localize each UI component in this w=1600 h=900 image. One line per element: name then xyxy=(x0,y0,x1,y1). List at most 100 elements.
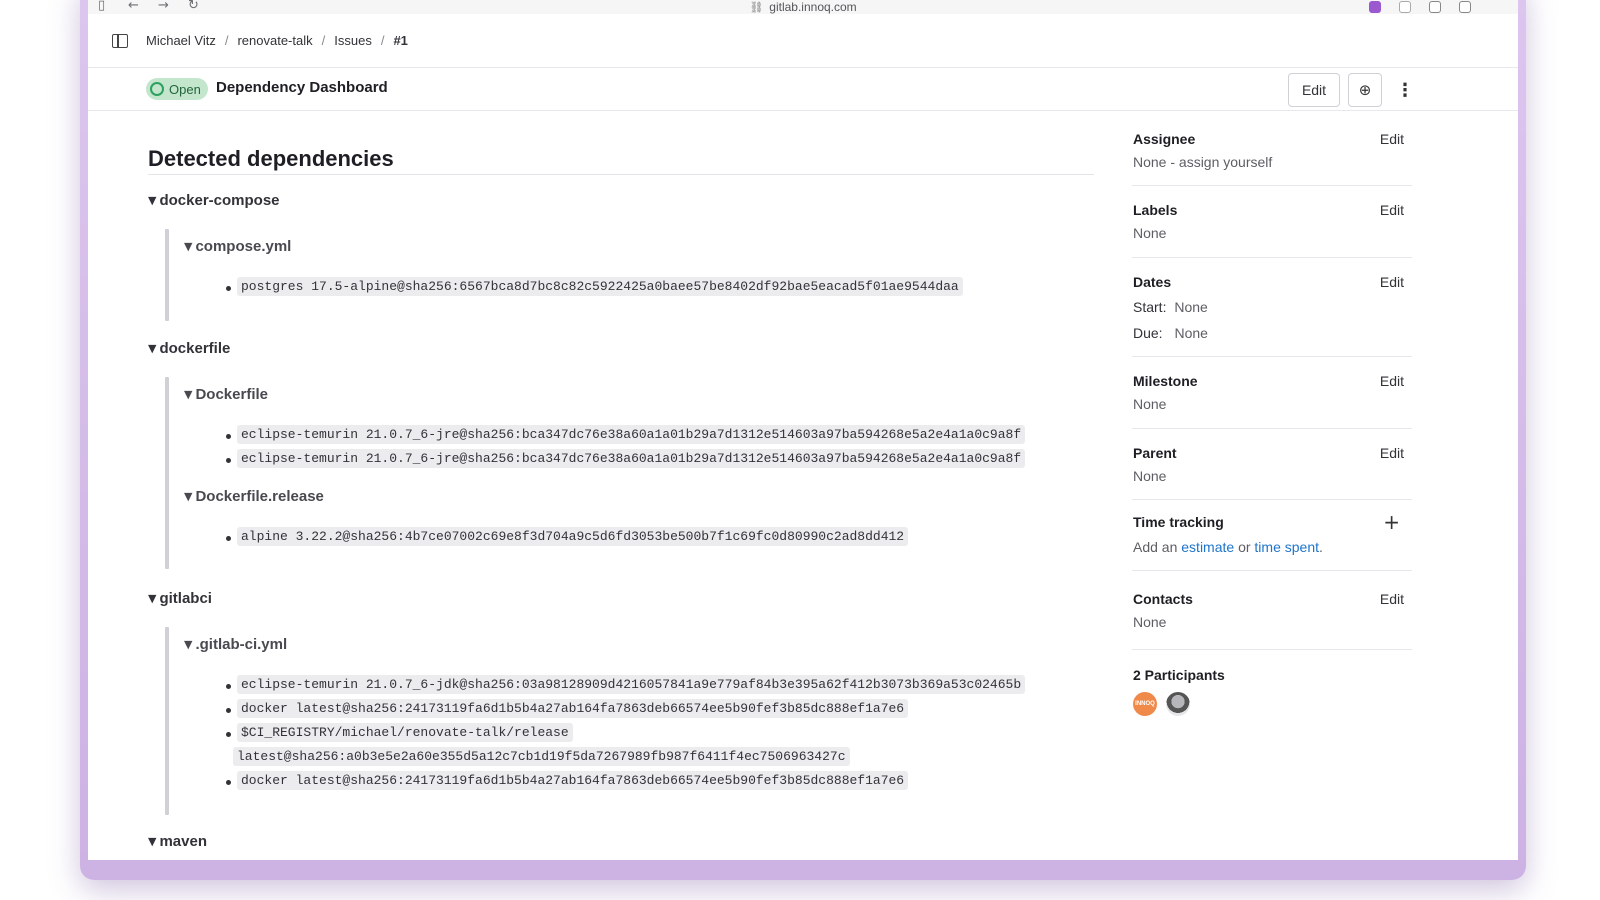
kebab-menu-icon: ⋮ xyxy=(1396,79,1414,101)
sidebar-time-tracking: Time tracking + Add an estimate or time … xyxy=(1132,500,1412,571)
milestone-title: Milestone xyxy=(1133,373,1198,389)
browser-window: ▯ ← → ↻ ⛓ gitlab.innoq.com Michael Vitz /… xyxy=(80,0,1526,880)
browser-toolbar: ▯ ← → ↻ ⛓ gitlab.innoq.com xyxy=(88,0,1518,14)
expand-triangle-icon: ▼ xyxy=(184,490,193,503)
status-badge: Open xyxy=(146,78,208,100)
parent-title: Parent xyxy=(1133,445,1177,461)
expand-triangle-icon: ▼ xyxy=(184,240,193,253)
details-summary-dockerfile[interactable]: ▼ dockerfile xyxy=(148,340,230,357)
issue-description: Detected dependencies ▼ docker-compose ▼ c… xyxy=(146,111,1096,860)
sidebar-labels: Labels Edit None xyxy=(1132,186,1412,258)
details-summary-compose-yml[interactable]: ▼ compose.yml xyxy=(184,238,291,255)
plus-icon[interactable]: + xyxy=(1383,510,1400,534)
dependency-item: $CI_REGISTRY/michael/renovate-talk/relea… xyxy=(237,723,573,742)
time-tracking-prefix: Add an xyxy=(1133,539,1178,555)
list-bullet xyxy=(226,684,231,689)
list-bullet xyxy=(226,434,231,439)
expand-triangle-icon: ▼ xyxy=(148,592,157,605)
breadcrumb-item-issues[interactable]: Issues xyxy=(334,33,372,48)
breadcrumb-item-current[interactable]: #1 xyxy=(393,33,407,48)
blockquote-bar xyxy=(165,229,169,321)
sidebar-milestone: Milestone Edit None xyxy=(1132,357,1412,429)
breadcrumb-separator: / xyxy=(321,33,326,48)
expand-triangle-icon: ▼ xyxy=(148,194,157,207)
reader-icon[interactable] xyxy=(1429,1,1441,13)
details-summary-dockerfile-release[interactable]: ▼ Dockerfile.release xyxy=(184,488,324,505)
innoq-avatar[interactable]: INNOQ xyxy=(1133,692,1157,716)
browser-content: ▯ ← → ↻ ⛓ gitlab.innoq.com Michael Vitz /… xyxy=(88,0,1518,860)
sidebar-dates: Dates Edit Start: None Due: None xyxy=(1132,258,1412,357)
breadcrumb-item-owner[interactable]: Michael Vitz xyxy=(146,33,216,48)
contacts-edit-button[interactable]: Edit xyxy=(1380,591,1404,607)
issue-header: Open Dependency Dashboard Edit ⊕ ⋮ xyxy=(88,68,1518,111)
url-bar[interactable]: ⛓ gitlab.innoq.com xyxy=(88,0,1518,15)
add-todo-button[interactable]: ⊕ xyxy=(1348,73,1382,107)
dependency-item-continued: latest@sha256:a0b3e5e2a60e355d5a12c7cb1d… xyxy=(233,747,850,766)
list-bullet xyxy=(226,536,231,541)
labels-edit-button[interactable]: Edit xyxy=(1380,202,1404,218)
list-bullet xyxy=(226,286,231,291)
link-icon: ⛓ xyxy=(749,1,764,14)
contacts-title: Contacts xyxy=(1133,591,1193,607)
sidebar-assignee: Assignee Edit None - assign yourself xyxy=(1132,111,1412,186)
start-date-value: None xyxy=(1174,299,1208,315)
breadcrumb: Michael Vitz / renovate-talk / Issues / … xyxy=(88,14,1518,68)
milestone-edit-button[interactable]: Edit xyxy=(1380,373,1404,389)
status-label: Open xyxy=(169,81,201,97)
url-text: gitlab.innoq.com xyxy=(769,0,857,14)
heading-divider xyxy=(148,174,1094,175)
expand-triangle-icon: ▼ xyxy=(184,638,193,651)
list-bullet xyxy=(226,732,231,737)
dependency-item: eclipse-temurin 21.0.7_6-jdk@sha256:03a9… xyxy=(237,675,1026,694)
milestone-value: None xyxy=(1133,396,1167,412)
user-avatar[interactable] xyxy=(1166,692,1190,716)
edit-issue-button[interactable]: Edit xyxy=(1288,73,1340,107)
password-extension-icon[interactable] xyxy=(1399,1,1411,13)
page-title: Dependency Dashboard xyxy=(216,79,388,96)
dependency-item: docker latest@sha256:24173119fa6d1b5b4a2… xyxy=(237,771,909,790)
expand-triangle-icon: ▼ xyxy=(148,342,157,355)
tabs-icon[interactable] xyxy=(1459,1,1471,13)
details-summary-gitlab-ci-yml[interactable]: ▼ .gitlab-ci.yml xyxy=(184,636,287,653)
parent-value: None xyxy=(1133,468,1167,484)
labels-value: None xyxy=(1133,225,1167,241)
time-tracking-or: or xyxy=(1238,539,1251,555)
due-date-label: Due: xyxy=(1133,325,1163,341)
breadcrumb-separator: / xyxy=(380,33,385,48)
breadcrumb-item-project[interactable]: renovate-talk xyxy=(237,33,312,48)
dependency-item: alpine 3.22.2@sha256:4b7ce07002c69e8f3d7… xyxy=(237,527,909,546)
details-summary-docker-compose[interactable]: ▼ docker-compose xyxy=(148,192,280,209)
list-bullet xyxy=(226,780,231,785)
details-summary-dockerfile-file[interactable]: ▼ Dockerfile xyxy=(184,386,268,403)
details-summary-gitlabci[interactable]: ▼ gitlabci xyxy=(148,590,212,607)
time-tracking-suffix: . xyxy=(1319,539,1323,555)
blockquote-bar xyxy=(165,627,169,815)
breadcrumb-separator: / xyxy=(224,33,229,48)
sidebar-parent: Parent Edit None xyxy=(1132,429,1412,500)
sidebar-toggle-icon[interactable] xyxy=(112,33,128,48)
add-todo-icon: ⊕ xyxy=(1358,81,1372,99)
estimate-link[interactable]: estimate xyxy=(1181,539,1234,555)
blockquote-bar xyxy=(165,377,169,569)
list-bullet xyxy=(226,458,231,463)
expand-triangle-icon: ▼ xyxy=(148,835,157,848)
assignee-edit-button[interactable]: Edit xyxy=(1380,131,1404,147)
assignee-title: Assignee xyxy=(1133,131,1196,147)
list-bullet xyxy=(226,708,231,713)
sidebar-participants: 2 Participants INNOQ xyxy=(1132,650,1412,740)
more-actions-button[interactable]: ⋮ xyxy=(1392,73,1418,107)
dependency-item: postgres 17.5-alpine@sha256:6567bca8d7bc… xyxy=(237,277,963,296)
extension-icon[interactable] xyxy=(1369,1,1381,13)
open-status-icon xyxy=(150,82,164,96)
section-heading: Detected dependencies xyxy=(148,146,394,171)
time-spent-link[interactable]: time spent xyxy=(1254,539,1319,555)
dates-edit-button[interactable]: Edit xyxy=(1380,274,1404,290)
dependency-item: eclipse-temurin 21.0.7_6-jre@sha256:bca3… xyxy=(237,449,1026,468)
time-tracking-help: Add an estimate or time spent. xyxy=(1133,539,1323,555)
assignee-value[interactable]: None - assign yourself xyxy=(1133,154,1272,170)
start-date: Start: None xyxy=(1133,299,1208,315)
details-summary-maven[interactable]: ▼ maven xyxy=(148,833,207,850)
time-tracking-title: Time tracking xyxy=(1133,514,1224,530)
parent-edit-button[interactable]: Edit xyxy=(1380,445,1404,461)
due-date-value: None xyxy=(1174,325,1208,341)
